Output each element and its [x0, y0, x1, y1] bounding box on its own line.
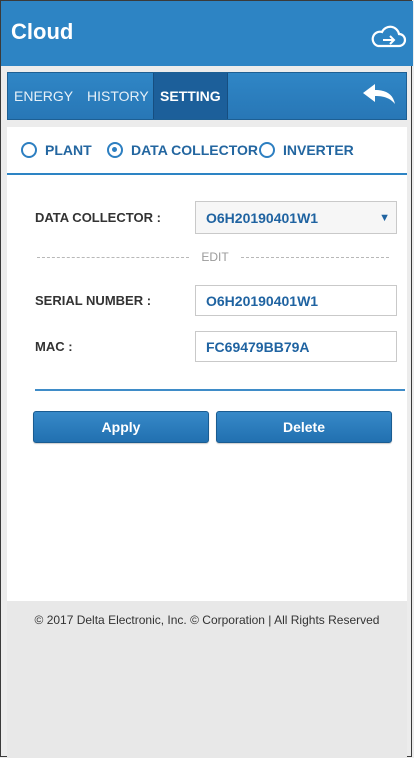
serial-number-label: SERIAL NUMBER :	[35, 293, 152, 308]
serial-number-input[interactable]	[195, 285, 397, 316]
back-arrow-icon[interactable]	[360, 82, 398, 108]
edit-divider: EDIT	[37, 250, 389, 264]
radio-label: INVERTER	[283, 142, 354, 158]
radio-inverter[interactable]: INVERTER	[259, 140, 354, 160]
radio-label: PLANT	[45, 142, 92, 158]
copyright-text: © 2017 Delta Electronic, Inc. © Corporat…	[34, 613, 380, 627]
app-frame: Cloud ENERGY HISTORY SETTING PLANT DATA …	[0, 0, 413, 758]
radio-unchecked-icon	[21, 142, 37, 158]
radio-unchecked-icon	[259, 142, 275, 158]
apply-button[interactable]: Apply	[33, 411, 209, 443]
tab-setting[interactable]: SETTING	[153, 73, 228, 119]
tab-energy[interactable]: ENERGY	[14, 73, 73, 119]
mac-label: MAC :	[35, 339, 73, 354]
data-collector-select[interactable]: O6H20190401W1 ▼	[195, 201, 397, 234]
tab-bar: ENERGY HISTORY SETTING	[7, 72, 407, 120]
data-collector-selected-value: O6H20190401W1	[206, 210, 319, 226]
radio-data-collector[interactable]: DATA COLLECTOR	[107, 140, 258, 160]
footer: © 2017 Delta Electronic, Inc. © Corporat…	[7, 601, 407, 758]
divider-line	[241, 257, 389, 258]
tab-history[interactable]: HISTORY	[87, 73, 149, 119]
radio-checked-icon	[107, 142, 123, 158]
radio-label: DATA COLLECTOR	[131, 142, 259, 158]
data-collector-label: DATA COLLECTOR :	[35, 210, 161, 225]
radio-plant[interactable]: PLANT	[21, 140, 92, 160]
form-divider	[35, 389, 405, 391]
edit-label: EDIT	[201, 250, 229, 264]
app-bar: Cloud	[1, 1, 413, 66]
delete-button[interactable]: Delete	[216, 411, 392, 443]
triangle-down-icon: ▼	[379, 212, 390, 224]
divider-line	[37, 257, 189, 258]
mac-input[interactable]	[195, 331, 397, 362]
cloud-upload-icon[interactable]	[369, 23, 407, 49]
type-selector: PLANT DATA COLLECTOR INVERTER	[7, 127, 407, 175]
settings-form: DATA COLLECTOR : O6H20190401W1 ▼ EDIT SE…	[7, 175, 407, 601]
app-title: Cloud	[11, 19, 74, 44]
